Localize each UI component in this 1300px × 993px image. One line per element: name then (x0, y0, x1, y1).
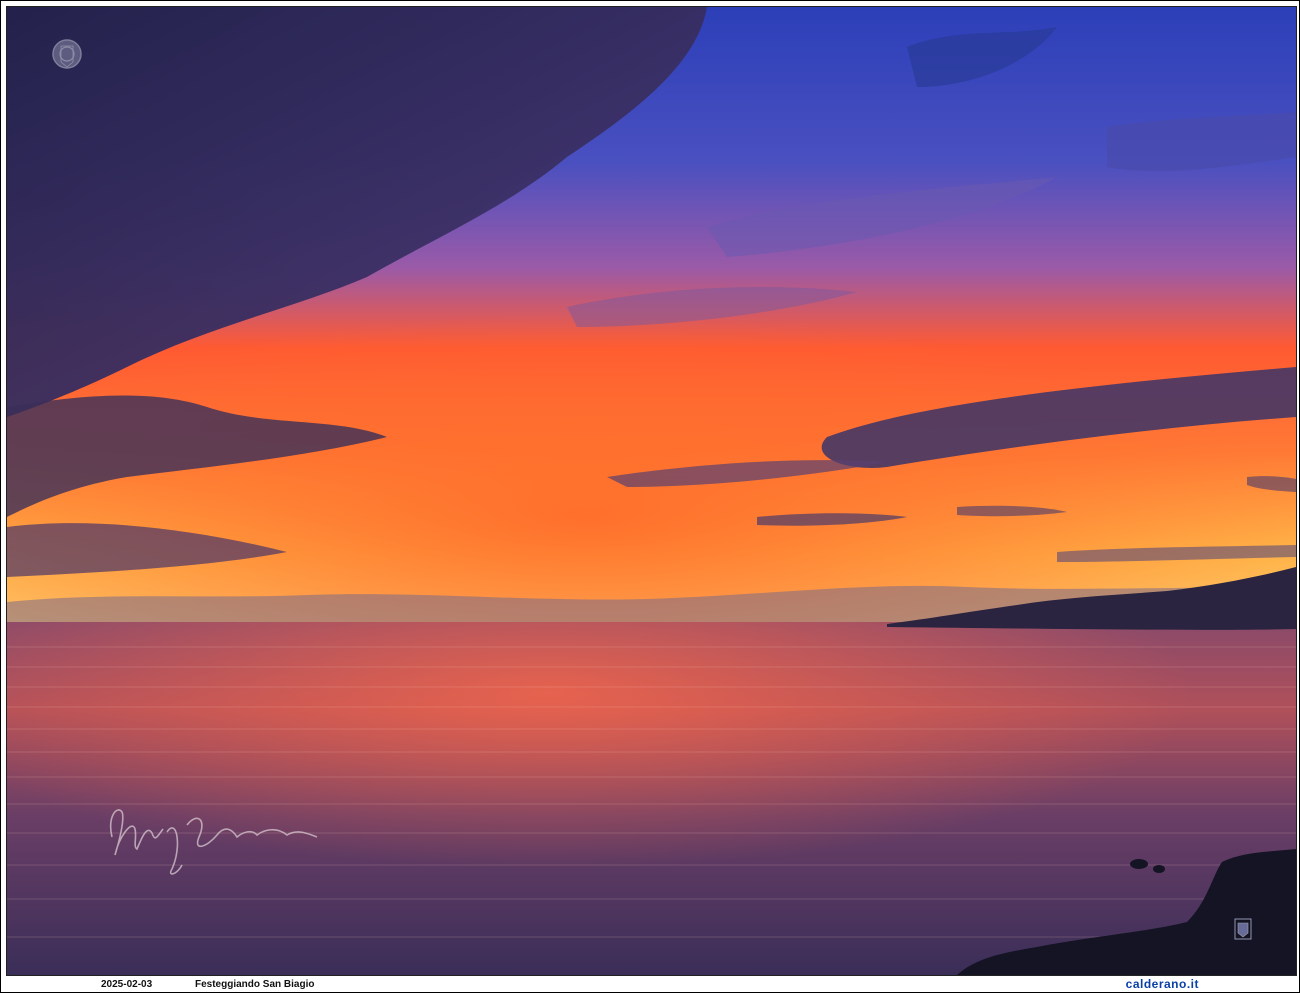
crest-logo (52, 39, 82, 69)
photo-frame: 2025-02-03 Festeggiando San Biagio calde… (0, 0, 1300, 993)
caption-date: 2025-02-03 (101, 979, 153, 990)
caption-title: Festeggiando San Biagio (195, 979, 315, 990)
site-link[interactable]: calderano.it (1126, 977, 1199, 991)
sunset-photo (6, 6, 1297, 976)
caption-bar: 2025-02-03 Festeggiando San Biagio calde… (1, 977, 1299, 992)
